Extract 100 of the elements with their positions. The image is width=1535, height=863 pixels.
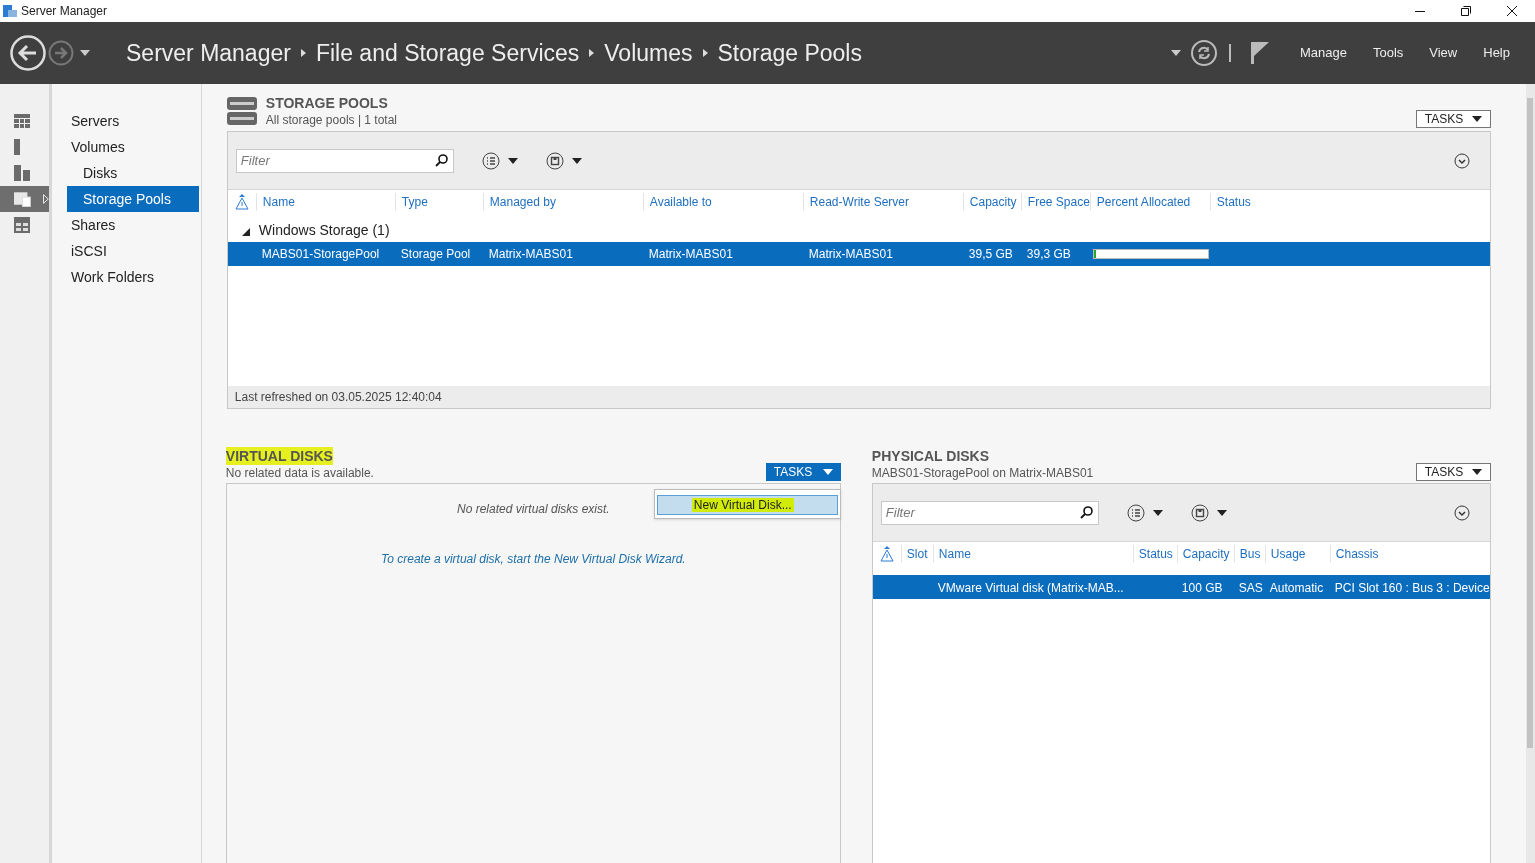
- refresh-button[interactable]: [1190, 40, 1217, 66]
- table-cell: PCI Slot 160 : Bus 3 : Device: [1334, 581, 1490, 595]
- back-button[interactable]: [10, 35, 46, 71]
- column-header[interactable]: Status: [1132, 545, 1177, 563]
- nav-item[interactable]: Disks: [67, 160, 199, 186]
- column-header[interactable]: Available to: [642, 193, 803, 211]
- expand-arrow-icon: [43, 194, 49, 204]
- tasks-button[interactable]: TASKS: [1415, 110, 1491, 128]
- warning-icon: [879, 546, 894, 562]
- server-icon: [14, 139, 20, 155]
- chevron-icon: [702, 49, 708, 57]
- table-cell-text: Storage Pool: [399, 246, 472, 263]
- breadcrumb-item[interactable]: Volumes: [604, 35, 693, 71]
- list-icon: [1126, 503, 1145, 522]
- servers-icon: [14, 165, 30, 181]
- section-title: STORAGE POOLS: [265, 94, 388, 112]
- column-header[interactable]: Name: [255, 193, 395, 211]
- warning-icon: [234, 194, 249, 210]
- nav-item[interactable]: Work Folders: [67, 264, 199, 290]
- table-cell-text: MABS01-StoragePool: [260, 246, 381, 263]
- column-header[interactable]: Read-Write Server: [802, 193, 963, 211]
- nav-item[interactable]: Servers: [67, 108, 199, 134]
- table-cell-text: 39,3 GB: [1025, 246, 1072, 263]
- save-icon: [545, 151, 564, 170]
- section-subtitle: All storage pools | 1 total: [265, 112, 398, 128]
- column-header[interactable]: Slot: [900, 545, 933, 563]
- menu-item[interactable]: View: [1416, 43, 1471, 63]
- breadcrumb-item[interactable]: Storage Pools: [717, 35, 862, 71]
- section-title: VIRTUAL DISKS: [225, 447, 333, 465]
- column-header[interactable]: Capacity: [1176, 545, 1234, 563]
- minimize-icon: [1415, 10, 1425, 12]
- group-label: Windows Storage (1): [258, 221, 390, 240]
- menu-option[interactable]: New Virtual Disk...: [656, 495, 838, 515]
- breadcrumb-item[interactable]: File and Storage Services: [315, 35, 580, 71]
- chevron-icon: [589, 49, 595, 57]
- filter-field[interactable]: Filter: [880, 500, 1099, 525]
- breadcrumb-item[interactable]: Server Manager: [126, 35, 291, 71]
- save-icon: [1190, 503, 1209, 522]
- restore-icon: [1461, 6, 1471, 16]
- search-icon: [434, 154, 448, 168]
- empty-message: No related virtual disks exist.: [456, 501, 610, 518]
- section-title: PHYSICAL DISKS: [871, 447, 990, 465]
- nav-item[interactable]: Volumes: [67, 134, 199, 160]
- list-options-button[interactable]: [481, 151, 518, 170]
- roles-icon: [14, 217, 30, 233]
- caret-icon: [1216, 509, 1227, 516]
- table-cell-text: 39,5 GB: [967, 246, 1014, 263]
- table-cell: SAS: [1238, 581, 1263, 595]
- column-header[interactable]: Name: [932, 545, 1133, 563]
- nav-item[interactable]: iSCSI: [67, 238, 199, 264]
- app-icon: [2, 4, 18, 18]
- grid-icon: [14, 114, 30, 128]
- column-header[interactable]: Chassis: [1329, 545, 1490, 563]
- nav-item[interactable]: Storage Pools: [67, 186, 199, 212]
- wizard-hint[interactable]: To create a virtual disk, start the New Virtual Disk Wizard.: [381, 550, 686, 568]
- column-header[interactable]: Type: [394, 193, 483, 211]
- caret-icon: [571, 157, 582, 164]
- caret-icon: [507, 157, 518, 164]
- expand-icon[interactable]: [1453, 504, 1470, 521]
- window-title: Server Manager: [21, 3, 108, 20]
- refresh-icon: [1190, 40, 1217, 66]
- column-header[interactable]: Managed by: [482, 193, 643, 211]
- filter-field[interactable]: Filter: [235, 148, 454, 173]
- refresh-status: Last refreshed on 03.05.2025 12:40:04: [234, 389, 442, 406]
- list-icon: [481, 151, 500, 170]
- table-cell: Automatic: [1269, 581, 1324, 595]
- save-options-button[interactable]: [545, 151, 582, 170]
- caret-icon: [1170, 50, 1181, 56]
- list-options-button[interactable]: [1126, 503, 1163, 522]
- notifications-button[interactable]: [1250, 42, 1269, 64]
- tasks-button[interactable]: TASKS: [765, 463, 841, 481]
- save-options-button[interactable]: [1190, 503, 1227, 522]
- column-header[interactable]: Capacity: [962, 193, 1021, 211]
- close-icon: [1507, 6, 1517, 16]
- menu-item[interactable]: Manage: [1286, 43, 1360, 63]
- table-row[interactable]: MABS01-StoragePool Storage Pool Matrix-MABS01 Matrix-MABS01 Matrix-MABS01 39,5 GB 39,3 GB: [227, 242, 1490, 266]
- column-header[interactable]: Status: [1209, 193, 1253, 211]
- column-header[interactable]: Free Space: [1020, 193, 1090, 211]
- scrollbar[interactable]: [1525, 84, 1535, 863]
- table-cell-text: Matrix-MABS01: [647, 246, 734, 263]
- sidebar-tab[interactable]: [0, 186, 49, 212]
- column-header[interactable]: Bus: [1233, 545, 1265, 563]
- column-header[interactable]: Usage: [1264, 545, 1330, 563]
- tasks-button[interactable]: TASKS: [1415, 463, 1491, 481]
- expand-icon[interactable]: [1453, 152, 1470, 169]
- menu-item[interactable]: Tools: [1359, 43, 1417, 63]
- table-cell-text: Matrix-MABS01: [487, 246, 574, 263]
- table-cell-text: Matrix-MABS01: [807, 246, 894, 263]
- menu-item[interactable]: Help: [1470, 43, 1523, 63]
- search-icon: [1079, 506, 1093, 520]
- section-subtitle: MABS01-StoragePool on Matrix-MABS01: [871, 465, 1094, 481]
- caret-icon: [1152, 509, 1163, 516]
- column-header[interactable]: Percent Allocated: [1089, 193, 1210, 211]
- caret-icon: [822, 469, 833, 475]
- table-cell: 100 GB: [1181, 581, 1223, 595]
- nav-item[interactable]: Shares: [67, 212, 199, 238]
- caret-icon: [80, 50, 90, 56]
- table-row[interactable]: VMware Virtual disk (Matrix-MAB... 100 GB SAS Automatic PCI Slot 160 : Bus 3 : Device: [872, 575, 1490, 599]
- flag-icon: [1250, 42, 1269, 64]
- table-cell: VMware Virtual disk (Matrix-MAB...: [937, 581, 1124, 595]
